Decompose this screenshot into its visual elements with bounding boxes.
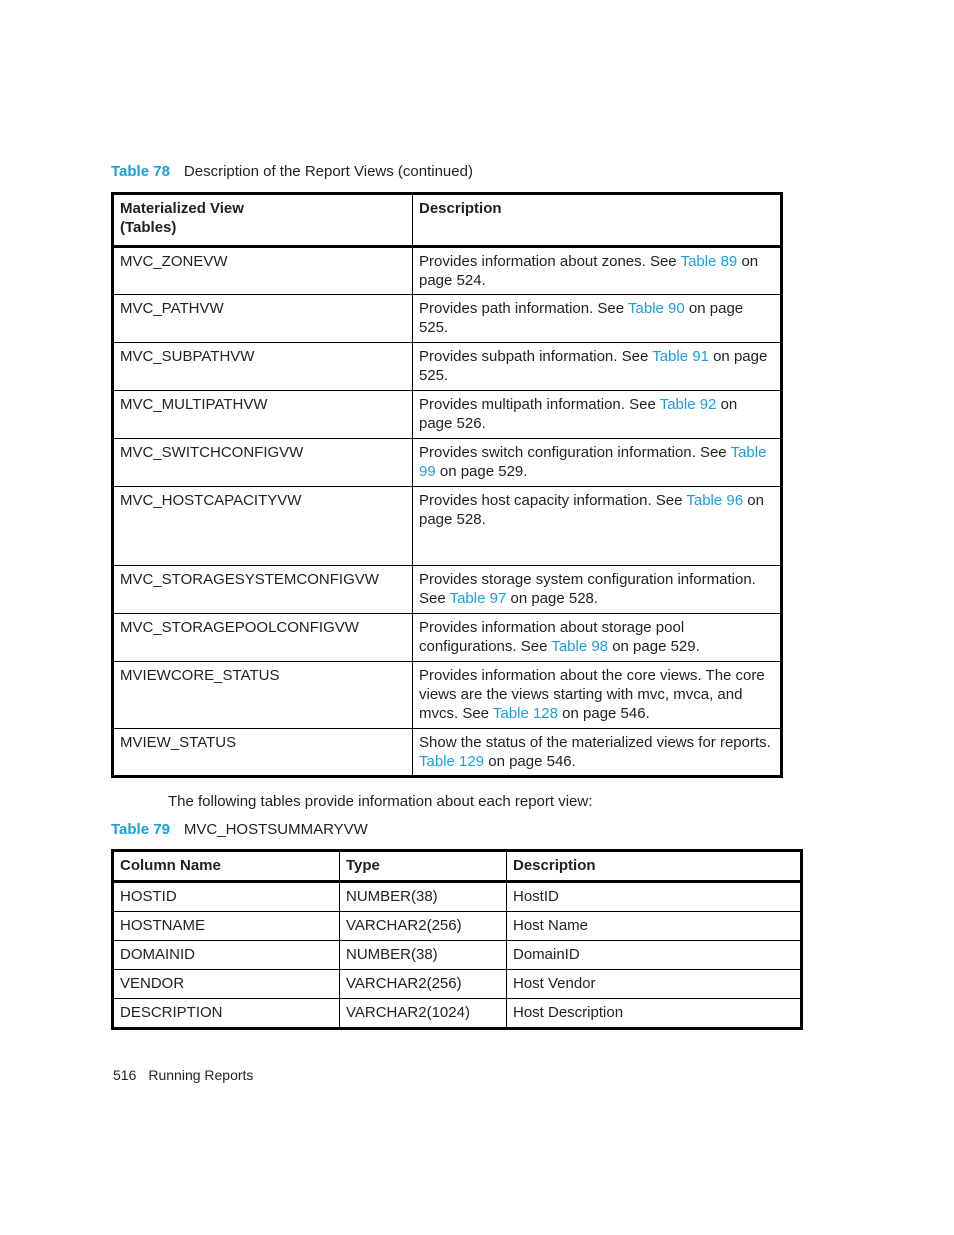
type-cell: VARCHAR2(256) xyxy=(339,969,507,999)
table-reference-link[interactable]: Table 91 xyxy=(652,348,709,365)
view-name-cell: MVC_PATHVW xyxy=(112,294,413,343)
table-reference-link[interactable]: Table 90 xyxy=(628,300,685,317)
table-78-title: Description of the Report Views (continu… xyxy=(183,163,473,180)
header-description: Description xyxy=(506,850,802,883)
host-summary-table: Column Name Type Description HOSTID NUMBE… xyxy=(111,849,803,1030)
table-reference-link[interactable]: Table 98 xyxy=(551,638,608,655)
table-header-row: Materialized View (Tables) Description xyxy=(112,193,782,248)
description-cell: Provides storage system configuration in… xyxy=(412,565,782,614)
table-reference-link[interactable]: Table 97 xyxy=(450,590,507,607)
table-79-caption: Table 79 MVC_HOSTSUMMARYVW xyxy=(111,821,368,838)
table-reference-link[interactable]: Table 96 xyxy=(686,492,743,509)
page-reference-text: on page 546. xyxy=(557,705,650,722)
column-name-cell: HOSTID xyxy=(112,881,340,912)
column-name-cell: VENDOR xyxy=(112,969,340,999)
type-cell: VARCHAR2(1024) xyxy=(339,998,507,1029)
table-row: HOSTID NUMBER(38) HostID xyxy=(112,881,802,912)
table-row: MVC_STORAGEPOOLCONFIGVW Provides informat… xyxy=(112,613,782,662)
description-cell: Provides information about storage pool … xyxy=(412,613,782,662)
header-description: Description xyxy=(412,193,782,248)
page-reference-text: on page 529. xyxy=(608,638,700,655)
table-reference-link[interactable]: Table 128 xyxy=(493,705,558,722)
table-row: MVC_SUBPATHVW Provides subpath informatio… xyxy=(112,342,782,391)
type-cell: NUMBER(38) xyxy=(339,881,507,912)
view-name-cell: MVC_ZONEVW xyxy=(112,246,413,295)
page-footer: 516 Running Reports xyxy=(113,1067,253,1083)
column-name-cell: DOMAINID xyxy=(112,940,340,970)
intro-paragraph: The following tables provide information… xyxy=(168,793,593,810)
page-reference-text: on page 528. xyxy=(506,590,599,607)
type-cell: NUMBER(38) xyxy=(339,940,507,970)
table-79-label: Table 79 xyxy=(111,821,170,838)
view-name-cell: MVIEWCORE_STATUS xyxy=(112,661,413,729)
description-cell: Provides information about the core view… xyxy=(412,661,782,729)
table-reference-link[interactable]: Table 89 xyxy=(681,253,738,270)
table-row: MVC_SWITCHCONFIGVW Provides switch config… xyxy=(112,438,782,487)
type-cell: VARCHAR2(256) xyxy=(339,911,507,941)
description-cell: Host Vendor xyxy=(506,969,802,999)
description-cell: Provides multipath information. See Tabl… xyxy=(412,390,782,439)
table-header-row: Column Name Type Description xyxy=(112,850,802,883)
description-text: Provides switch configuration informatio… xyxy=(419,444,731,461)
table-78-caption: Table 78 Description of the Report Views … xyxy=(111,163,473,180)
description-text: Provides host capacity information. See xyxy=(419,492,687,509)
view-name-cell: MVC_SWITCHCONFIGVW xyxy=(112,438,413,487)
header-column-name: Column Name xyxy=(112,850,340,883)
table-78-label: Table 78 xyxy=(111,163,170,180)
table-row: MVC_ZONEVW Provides information about zon… xyxy=(112,246,782,295)
description-text: Provides path information. See xyxy=(419,300,629,317)
description-cell: Provides switch configuration informatio… xyxy=(412,438,782,487)
view-name-cell: MVIEW_STATUS xyxy=(112,728,413,777)
description-cell: Show the status of the materialized view… xyxy=(412,728,782,777)
table-79-title: MVC_HOSTSUMMARYVW xyxy=(183,821,368,838)
view-name-cell: MVC_STORAGESYSTEMCONFIGVW xyxy=(112,565,413,614)
view-name-cell: MVC_SUBPATHVW xyxy=(112,342,413,391)
page-number: 516 xyxy=(113,1067,137,1083)
table-row: DOMAINID NUMBER(38) DomainID xyxy=(112,940,802,970)
table-row: MVC_MULTIPATHVW Provides multipath inform… xyxy=(112,390,782,439)
table-row: MVC_PATHVW Provides path information. See… xyxy=(112,294,782,343)
page-reference-text: on page 546. xyxy=(484,753,576,770)
description-cell: HostID xyxy=(506,881,802,912)
table-row: DESCRIPTION VARCHAR2(1024) Host Descriptio… xyxy=(112,998,802,1029)
report-views-table: Materialized View (Tables) Description MV… xyxy=(111,192,783,778)
description-cell: Provides information about zones. See Ta… xyxy=(412,246,782,295)
table-row: MVC_STORAGESYSTEMCONFIGVW Provides storag… xyxy=(112,565,782,614)
column-name-cell: HOSTNAME xyxy=(112,911,340,941)
view-name-cell: MVC_MULTIPATHVW xyxy=(112,390,413,439)
description-cell: DomainID xyxy=(506,940,802,970)
description-text: Provides information about zones. See xyxy=(419,253,681,270)
description-text: Show the status of the materialized view… xyxy=(419,734,771,751)
description-cell: Provides subpath information. See Table … xyxy=(412,342,782,391)
view-name-cell: MVC_HOSTCAPACITYVW xyxy=(112,486,413,566)
header-materialized-view: Materialized View (Tables) xyxy=(112,193,413,248)
description-cell: Provides path information. See Table 90 … xyxy=(412,294,782,343)
description-cell: Host Description xyxy=(506,998,802,1029)
column-name-cell: DESCRIPTION xyxy=(112,998,340,1029)
section-name: Running Reports xyxy=(148,1067,254,1083)
table-reference-link[interactable]: Table 92 xyxy=(660,396,717,413)
table-row: MVC_HOSTCAPACITYVW Provides host capacity… xyxy=(112,486,782,566)
description-cell: Host Name xyxy=(506,911,802,941)
view-name-cell: MVC_STORAGEPOOLCONFIGVW xyxy=(112,613,413,662)
table-row: HOSTNAME VARCHAR2(256) Host Name xyxy=(112,911,802,941)
table-row: MVIEW_STATUS Show the status of the mater… xyxy=(112,728,782,777)
header-type: Type xyxy=(339,850,507,883)
description-text: Provides subpath information. See xyxy=(419,348,653,365)
table-row: MVIEWCORE_STATUS Provides information abo… xyxy=(112,661,782,729)
table-reference-link[interactable]: Table 129 xyxy=(419,753,484,770)
table-row: VENDOR VARCHAR2(256) Host Vendor xyxy=(112,969,802,999)
description-cell: Provides host capacity information. See … xyxy=(412,486,782,566)
page-reference-text: on page 529. xyxy=(435,463,528,480)
description-text: Provides multipath information. See xyxy=(419,396,660,413)
